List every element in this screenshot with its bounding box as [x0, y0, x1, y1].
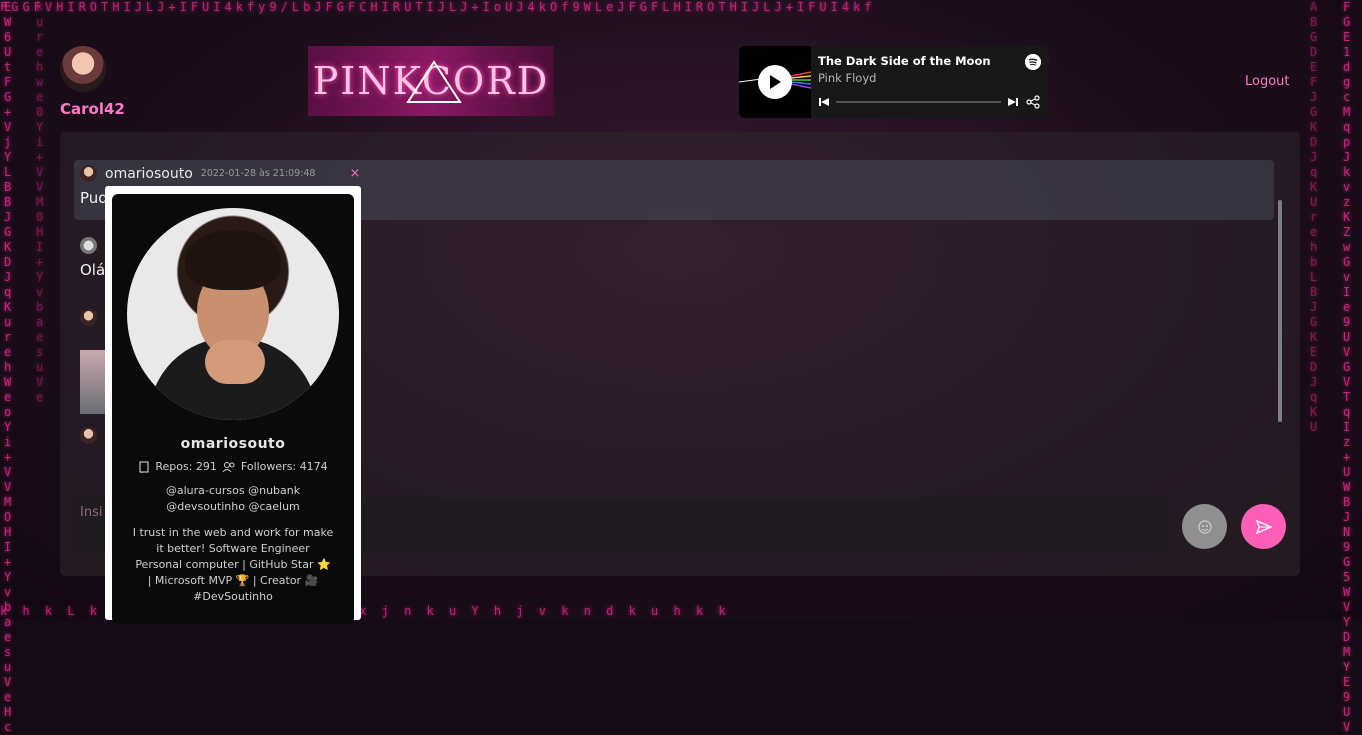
profile-popover: omariosouto Repos: 291 Followers: 4174 @… — [105, 186, 361, 624]
profile-organizations: @alura-cursos @nubank @devsoutinho @cael… — [165, 484, 301, 513]
play-button[interactable] — [758, 65, 792, 99]
next-track-icon[interactable] — [1007, 96, 1019, 108]
progress-bar[interactable] — [836, 101, 1001, 103]
send-icon — [1255, 519, 1272, 534]
message-date: 2022-01-28 às 21:09:48 — [200, 168, 316, 179]
user-avatar[interactable] — [60, 46, 106, 92]
play-icon — [770, 75, 781, 89]
message-author[interactable]: omariosouto — [105, 166, 193, 182]
profile-bio: I trust in the web and work for make it … — [132, 526, 334, 603]
previous-track-icon[interactable] — [818, 96, 830, 108]
prism-icon — [406, 60, 462, 103]
user-profile[interactable]: Carol42 — [60, 46, 125, 118]
logout-link[interactable]: Logout — [1245, 74, 1290, 89]
repos-count: Repos: 291 — [155, 460, 217, 473]
message-avatar[interactable] — [80, 237, 97, 254]
spotify-logo-icon — [1025, 54, 1041, 70]
message-avatar[interactable] — [80, 427, 97, 444]
spotify-icon[interactable] — [1025, 54, 1041, 70]
profile-photo — [127, 208, 339, 420]
track-artist[interactable]: Pink Floyd — [818, 71, 1039, 85]
sticker-button[interactable] — [1182, 504, 1227, 549]
delete-message-button[interactable]: × — [349, 166, 360, 181]
profile-username[interactable]: omariosouto — [112, 436, 354, 452]
album-cover — [739, 46, 811, 118]
send-button[interactable] — [1241, 504, 1286, 549]
profile-stats: Repos: 291 Followers: 4174 — [112, 460, 354, 473]
profile-card: omariosouto Repos: 291 Followers: 4174 @… — [112, 194, 354, 624]
track-title[interactable]: The Dark Side of the Moon — [818, 54, 1039, 68]
repo-icon — [139, 460, 149, 473]
message-image-thumbnail[interactable] — [80, 350, 106, 414]
spotify-player[interactable]: The Dark Side of the Moon Pink Floyd — [739, 46, 1049, 118]
followers-icon — [222, 461, 235, 472]
message-avatar[interactable] — [80, 165, 97, 182]
followers-count: Followers: 4174 — [240, 460, 328, 473]
message-scrollbar[interactable] — [1278, 200, 1282, 422]
share-icon[interactable] — [1025, 95, 1041, 109]
app-logo: PINKCORD — [308, 46, 554, 116]
emoji-icon — [1197, 519, 1212, 534]
message-avatar[interactable] — [80, 309, 97, 326]
user-name: Carol42 — [60, 100, 125, 118]
message-input-placeholder: Insi — [80, 505, 103, 520]
